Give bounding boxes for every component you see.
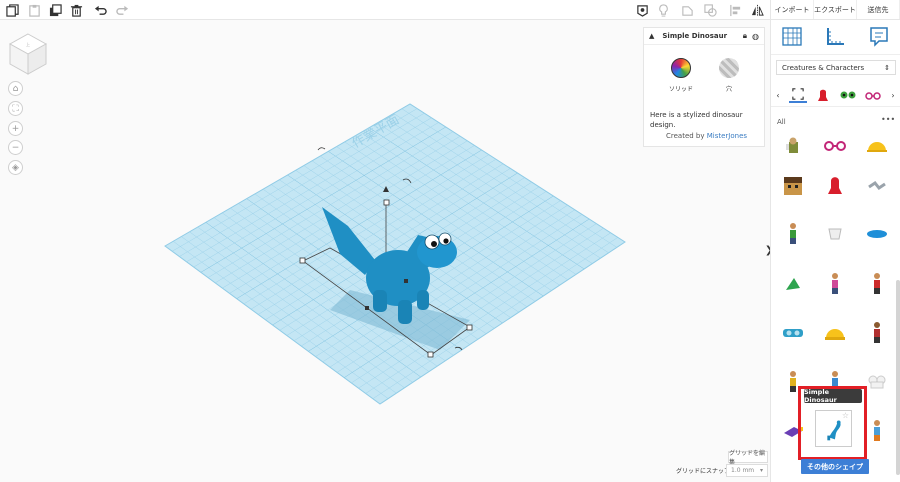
simple-dinosaur-shape[interactable]: ☆: [815, 410, 852, 447]
more-shapes-button[interactable]: その他のシェイプ: [801, 459, 869, 474]
import-button[interactable]: インポート: [771, 0, 814, 19]
carousel-all-icon[interactable]: [789, 87, 807, 103]
snap-grid-label: グリッドにスナップ: [676, 468, 731, 475]
shape-person-icon[interactable]: [777, 218, 809, 250]
align-icon[interactable]: [727, 2, 743, 18]
shape-glasses-icon[interactable]: [819, 130, 851, 162]
hole-swatch[interactable]: [719, 58, 739, 78]
group-icon[interactable]: [702, 2, 718, 18]
shape-carousel: ‹ ›: [771, 83, 900, 107]
grid-view-icon[interactable]: [781, 26, 805, 48]
category-select-value: Creatures & Characters: [782, 63, 865, 72]
panel-view-switcher: [771, 20, 900, 55]
rotate-handle-icon[interactable]: [317, 147, 326, 151]
carousel-glasses-icon[interactable]: [864, 87, 882, 103]
created-by-label: Created by: [666, 132, 705, 140]
snap-grid-value: 1.0 mm: [731, 467, 755, 474]
carousel-eyes-icon[interactable]: [839, 87, 857, 103]
inspector-header: ▲ Simple Dinosaur 🔒︎ ◍: [644, 28, 764, 45]
all-shapes-label: All: [777, 118, 786, 126]
shape-red-person-icon[interactable]: [861, 268, 893, 300]
home-icon[interactable]: ⌂: [8, 81, 23, 96]
lock-icon[interactable]: 🔒︎: [743, 31, 747, 41]
shape-icon[interactable]: [679, 2, 695, 18]
top-toolbar: [0, 0, 770, 20]
shape-description: Here is a stylized dinosaur design.: [650, 111, 743, 129]
chevron-updown-icon: ⇕: [884, 63, 890, 72]
shape-pink-person-icon[interactable]: [819, 268, 851, 300]
chevron-right-icon[interactable]: ›: [888, 87, 898, 103]
hole-label: 穴: [725, 86, 732, 93]
ruler-icon[interactable]: [824, 26, 848, 48]
duplicate-icon[interactable]: [47, 2, 63, 18]
resize-handle[interactable]: [427, 351, 434, 358]
shape-inspector: ▲ Simple Dinosaur 🔒︎ ◍ ソリッド 穴 Here is a …: [643, 27, 765, 147]
view-cube[interactable]: 上: [8, 32, 48, 76]
favorite-star-icon[interactable]: ☆: [842, 411, 849, 420]
fit-icon[interactable]: ⛶: [8, 101, 23, 116]
shape-cup-icon[interactable]: [819, 218, 851, 250]
shapes-scrollbar[interactable]: [896, 280, 900, 475]
visibility-icon[interactable]: [634, 2, 650, 18]
shape-disc-icon[interactable]: [861, 218, 893, 250]
zoom-in-icon[interactable]: +: [8, 121, 23, 136]
perspective-icon[interactable]: ◈: [8, 160, 23, 175]
creator-line: Created by MisterJones: [666, 132, 747, 140]
light-bulb-icon[interactable]: ◍: [752, 32, 759, 41]
snap-grid-select[interactable]: 1.0 mm ▾: [726, 464, 768, 477]
light-icon[interactable]: [655, 2, 671, 18]
top-right-menu: インポート エクスポート 送信先: [770, 0, 900, 20]
carousel-red-creature-icon[interactable]: [814, 87, 832, 103]
mirror-icon[interactable]: [749, 2, 765, 18]
height-handle[interactable]: [383, 199, 390, 206]
chevron-left-icon[interactable]: ‹: [773, 87, 783, 103]
edit-grid-button[interactable]: グリッドを編集: [728, 450, 768, 466]
export-button[interactable]: エクスポート: [814, 0, 857, 19]
delete-icon[interactable]: [68, 2, 84, 18]
copy-icon[interactable]: [4, 2, 20, 18]
redo-icon[interactable]: [114, 2, 130, 18]
shape-red-creature-icon[interactable]: [819, 170, 851, 202]
zoom-out-icon[interactable]: −: [8, 140, 23, 155]
shape-goggles-icon[interactable]: [777, 317, 809, 349]
shape-bones-icon[interactable]: [861, 170, 893, 202]
inspector-title: Simple Dinosaur: [662, 32, 728, 40]
creator-link[interactable]: MisterJones: [707, 132, 747, 140]
chevron-down-icon: ▾: [759, 467, 763, 474]
shape-hardhat-icon[interactable]: [861, 130, 893, 162]
notes-icon[interactable]: [867, 26, 891, 48]
paste-icon[interactable]: [26, 2, 42, 18]
solid-label: ソリッド: [668, 86, 693, 93]
svg-text:上: 上: [26, 41, 30, 47]
send-to-button[interactable]: 送信先: [857, 0, 900, 19]
undo-icon[interactable]: [92, 2, 108, 18]
shape-figure-icon[interactable]: [777, 130, 809, 162]
shape-yellow-hardhat-icon[interactable]: [819, 317, 851, 349]
resize-handle[interactable]: [466, 324, 473, 331]
shape-block-head-icon[interactable]: [777, 170, 809, 202]
shape-green-hat-icon[interactable]: [777, 268, 809, 300]
resize-handle[interactable]: [299, 257, 306, 264]
solid-color-swatch[interactable]: [671, 58, 691, 78]
collapse-inspector-icon[interactable]: ▲: [649, 32, 654, 40]
shape-tooltip: Simple Dinosaur: [804, 388, 862, 404]
category-select[interactable]: Creatures & Characters ⇕: [776, 60, 896, 75]
shape-brown-person-icon[interactable]: [861, 317, 893, 349]
more-options-icon[interactable]: •••: [881, 115, 895, 124]
